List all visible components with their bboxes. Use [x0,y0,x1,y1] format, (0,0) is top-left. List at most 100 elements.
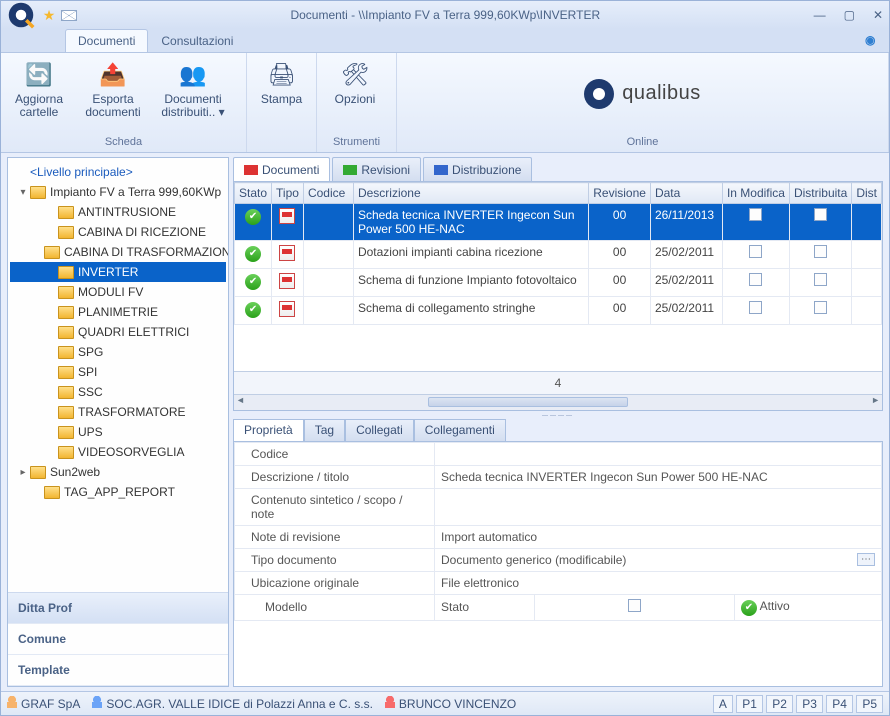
prop-stato-label: Stato [435,595,535,621]
printer-icon: 🖨 [266,59,298,91]
col-data[interactable]: Data [650,183,722,204]
tab-consultazioni[interactable]: Consultazioni [148,29,246,52]
tree-node-planimetrie[interactable]: PLANIMETRIE [10,302,226,322]
tree-root[interactable]: <Livello principale> [10,162,226,182]
maximize-button[interactable]: ▢ [844,8,855,22]
tree-node-ssc[interactable]: SSC [10,382,226,402]
revisions-tab-icon [343,165,357,175]
export-documents-button[interactable]: 📤 Esporta documenti [83,59,143,119]
status-ok-icon: ✔ [741,600,757,616]
table-row[interactable]: ✔Dotazioni impianti cabina ricezione0025… [235,241,882,269]
person-icon [7,696,17,708]
tree-sun2web[interactable]: ▸Sun2web [10,462,226,482]
tree-node-ups[interactable]: UPS [10,422,226,442]
more-button[interactable]: ⋯ [857,553,875,566]
tree-node-inverter[interactable]: INVERTER [10,262,226,282]
tab-documenti[interactable]: Documenti [65,29,148,52]
checkbox-icon[interactable] [749,273,762,286]
prop-tab-proprieta[interactable]: Proprietà [233,419,304,441]
folder-tree[interactable]: <Livello principale> ▾Impianto FV a Terr… [8,158,228,592]
close-button[interactable]: ✕ [873,8,883,22]
prop-tab-collegamenti[interactable]: Collegamenti [414,419,506,441]
col-distribuita[interactable]: Distribuita [789,183,851,204]
folder-icon [58,386,74,399]
prop-ubi-value[interactable]: File elettronico [435,572,882,595]
export-icon: 📤 [97,59,129,91]
col-stato[interactable]: Stato [235,183,272,204]
tree-node-cabina-di-ricezione[interactable]: CABINA DI RICEZIONE [10,222,226,242]
checkbox-icon[interactable] [814,301,827,314]
status-brunco[interactable]: BRUNCO VINCENZO [385,696,516,711]
help-icon[interactable]: ◉ [865,33,881,49]
status-graf[interactable]: GRAF SpA [7,696,80,711]
prop-attivo[interactable]: ✔ Attivo [735,595,882,621]
distributed-documents-button[interactable]: 👥 Documenti distribuiti.. ▾ [157,59,229,119]
sidebar-section-template[interactable]: Template [8,655,228,686]
prop-cont-value[interactable] [435,489,882,526]
col-codice[interactable]: Codice [303,183,353,204]
minimize-button[interactable]: — [814,8,826,22]
horizontal-scrollbar[interactable] [234,394,882,410]
checkbox-icon[interactable] [814,273,827,286]
prop-stato-check[interactable] [535,595,735,621]
documents-grid[interactable]: Stato Tipo Codice Descrizione Revisione … [233,181,883,411]
tree-node-antintrusione[interactable]: ANTINTRUSIONE [10,202,226,222]
tree-node-moduli-fv[interactable]: MODULI FV [10,282,226,302]
table-row[interactable]: ✔Scheda tecnica INVERTER Ingecon Sun Pow… [235,204,882,241]
doc-tab-distribuzione[interactable]: Distribuzione [423,157,532,181]
page-button-p1[interactable]: P1 [736,695,763,713]
scroll-thumb[interactable] [428,397,628,407]
tree-node-spg[interactable]: SPG [10,342,226,362]
col-tipo[interactable]: Tipo [272,183,304,204]
tree-impianto[interactable]: ▾Impianto FV a Terra 999,60KWp [10,182,226,202]
col-revisione[interactable]: Revisione [589,183,651,204]
prop-tab-tag[interactable]: Tag [304,419,345,441]
splitter[interactable]: ┄┄┄┄ [233,411,883,419]
tree-tagapp[interactable]: TAG_APP_REPORT [10,482,226,502]
favorite-icon[interactable]: ★ [41,7,57,23]
page-button-a[interactable]: A [713,695,733,713]
prop-note-value[interactable]: Import automatico [435,526,882,549]
checkbox-icon[interactable] [749,245,762,258]
prop-cont-label: Contenuto sintetico / scopo / note [235,489,435,526]
status-soc[interactable]: SOC.AGR. VALLE IDICE di Polazzi Anna e C… [92,696,373,711]
refresh-folders-button[interactable]: 🔄 Aggiorna cartelle [9,59,69,119]
prop-tab-collegati[interactable]: Collegati [345,419,414,441]
prop-tipo-value[interactable]: Documento generico (modificabile)⋯ [435,549,882,572]
status-ok-icon: ✔ [245,209,261,225]
tree-node-trasformatore[interactable]: TRASFORMATORE [10,402,226,422]
doc-tab-documenti[interactable]: Documenti [233,157,330,181]
folder-icon [58,346,74,359]
folder-icon [58,306,74,319]
page-button-p2[interactable]: P2 [766,695,793,713]
doc-tab-revisioni[interactable]: Revisioni [332,157,421,181]
sidebar-section-ditta[interactable]: Ditta Prof [8,593,228,624]
col-inmodifica[interactable]: In Modifica [722,183,789,204]
sidebar-section-comune[interactable]: Comune [8,624,228,655]
checkbox-icon[interactable] [814,245,827,258]
col-descrizione[interactable]: Descrizione [353,183,588,204]
table-row[interactable]: ✔Schema di funzione Impianto fotovoltaic… [235,269,882,297]
ribbon: 🔄 Aggiorna cartelle 📤 Esporta documenti … [1,53,889,153]
brand-logo[interactable]: qualibus [397,53,888,134]
print-button[interactable]: 🖨 Stampa [255,59,308,106]
prop-desc-value[interactable]: Scheda tecnica INVERTER Ingecon Sun Powe… [435,466,882,489]
page-button-p5[interactable]: P5 [856,695,883,713]
checkbox-icon[interactable] [749,301,762,314]
tree-node-videosorveglia[interactable]: VIDEOSORVEGLIA [10,442,226,462]
prop-codice-value[interactable] [435,443,882,466]
checkbox-icon[interactable] [749,208,762,221]
brand-logo-text: qualibus [622,82,701,105]
options-button[interactable]: 🛠 Opzioni [325,59,385,106]
checkbox-icon[interactable] [814,208,827,221]
tree-node-spi[interactable]: SPI [10,362,226,382]
tree-node-cabina-di-trasformazione[interactable]: CABINA DI TRASFORMAZIONE [10,242,226,262]
col-dist[interactable]: Dist [852,183,882,204]
mail-icon[interactable] [61,10,77,21]
tree-node-quadri-elettrici[interactable]: QUADRI ELETTRICI [10,322,226,342]
ribbon-group-online: Online [397,134,888,152]
main-tabs: Documenti Consultazioni ◉ [1,29,889,53]
page-button-p3[interactable]: P3 [796,695,823,713]
page-button-p4[interactable]: P4 [826,695,853,713]
table-row[interactable]: ✔Schema di collegamento stringhe0025/02/… [235,297,882,325]
